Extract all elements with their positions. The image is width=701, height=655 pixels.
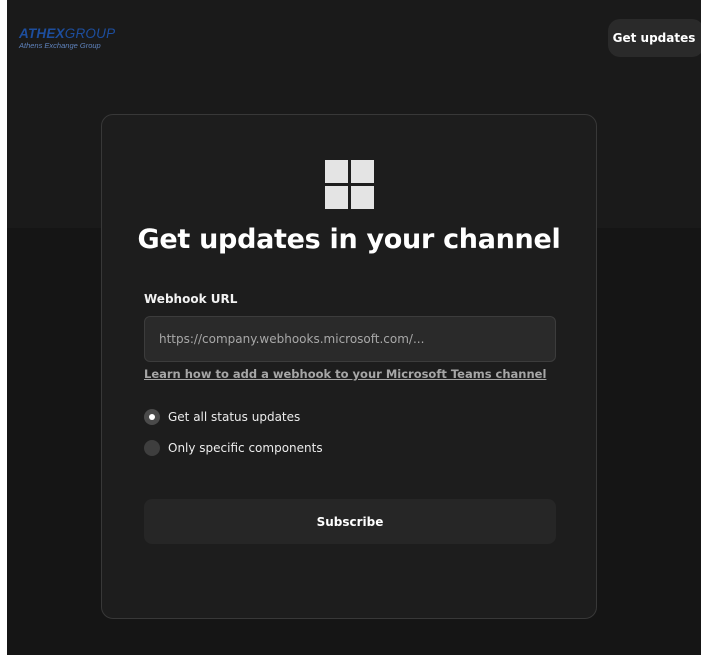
card-title: Get updates in your channel: [137, 224, 561, 255]
option-specific-components[interactable]: Only specific components: [144, 440, 323, 456]
subscribe-card: Get updates in your channel Webhook URL …: [101, 114, 597, 619]
logo-light-text: GROUP: [64, 26, 116, 41]
webhook-help-link[interactable]: Learn how to add a webhook to your Micro…: [144, 367, 546, 381]
option-label: Only specific components: [168, 441, 323, 455]
logo-wordmark: ATHEXGROUP: [19, 27, 115, 41]
radio-unselected-icon[interactable]: [144, 440, 160, 456]
radio-selected-icon[interactable]: [144, 409, 160, 425]
page-frame: ATHEXGROUP Athens Exchange Group Get upd…: [7, 0, 701, 655]
option-all-status-updates[interactable]: Get all status updates: [144, 409, 300, 425]
subscribe-button[interactable]: Subscribe: [144, 499, 556, 544]
logo-bold-text: ATHEX: [19, 26, 65, 41]
microsoft-teams-icon: [325, 160, 374, 209]
webhook-url-label: Webhook URL: [144, 292, 238, 306]
logo-subtitle: Athens Exchange Group: [19, 41, 101, 50]
get-updates-button[interactable]: Get updates: [608, 19, 701, 57]
option-label: Get all status updates: [168, 410, 301, 424]
athex-logo[interactable]: ATHEXGROUP Athens Exchange Group: [19, 27, 115, 51]
webhook-url-input[interactable]: [144, 316, 556, 362]
